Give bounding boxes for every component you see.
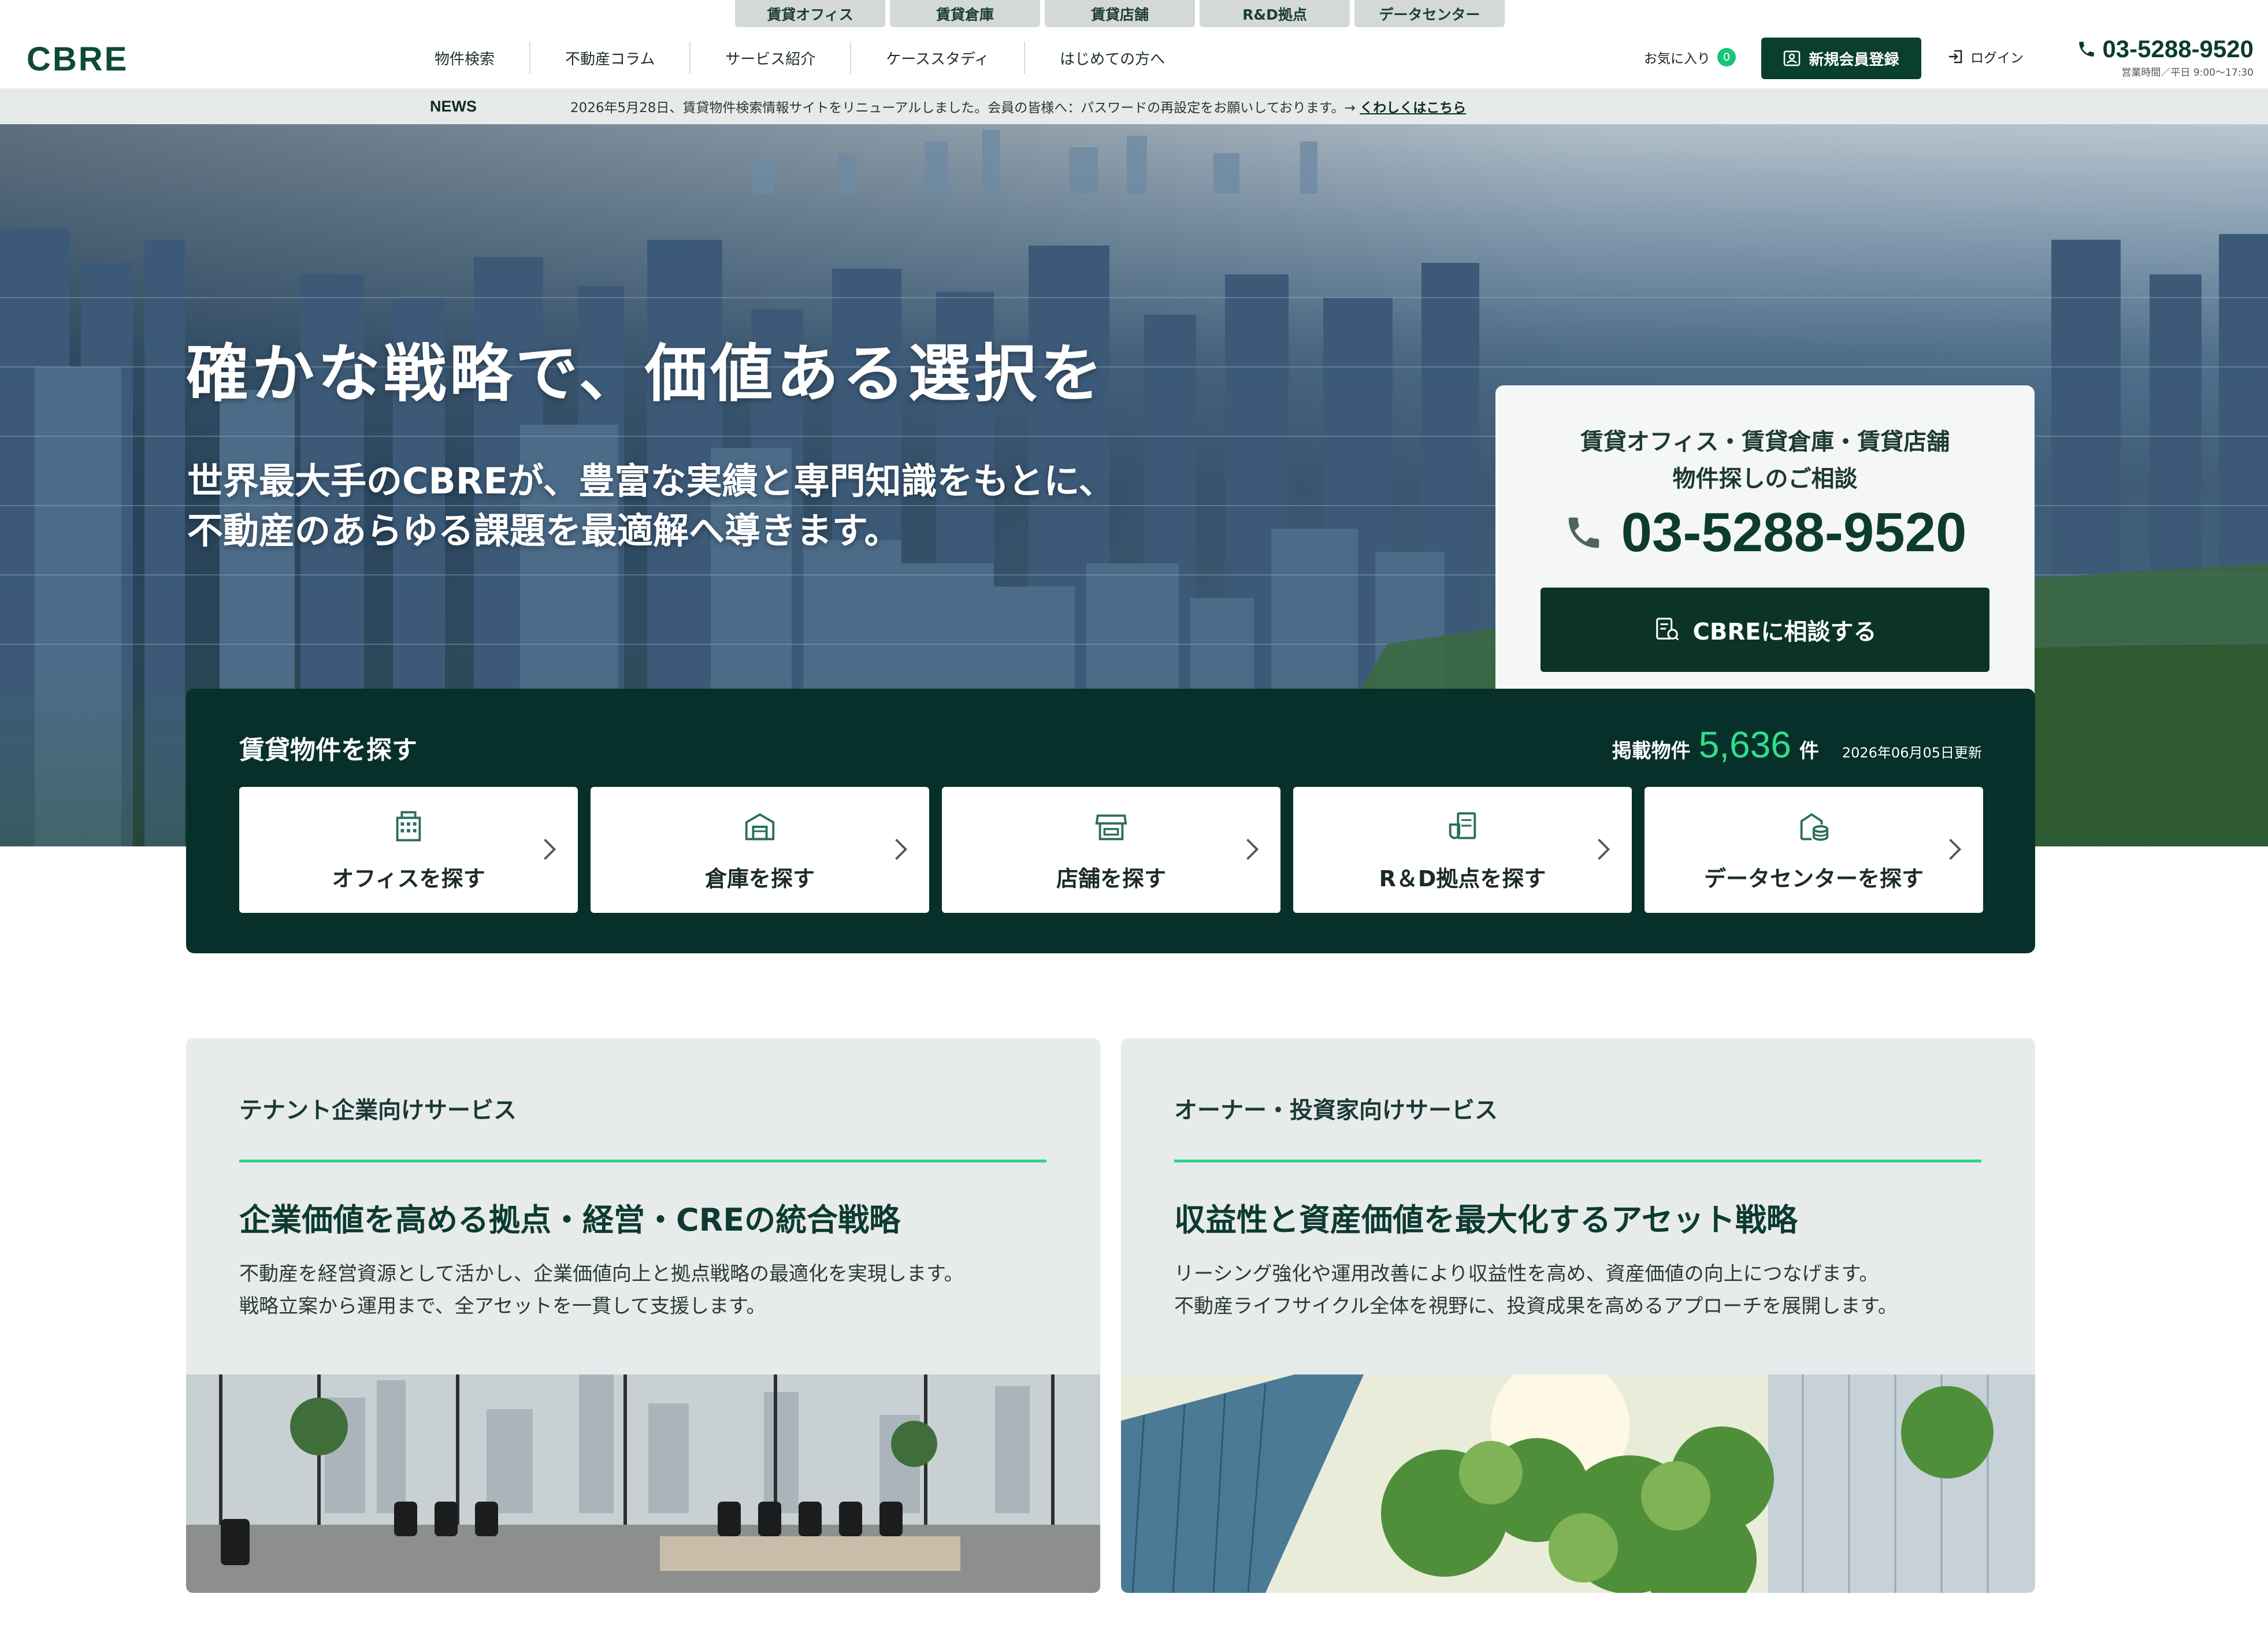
chevron-right-icon — [1598, 838, 1610, 860]
chevron-right-icon — [1949, 838, 1962, 860]
nav-column[interactable]: 不動産コラム — [530, 42, 691, 74]
login-icon — [1949, 50, 1962, 64]
register-label: 新規会員登録 — [1809, 51, 1899, 69]
search-rnd-button[interactable]: R＆D拠点を探す — [1293, 787, 1632, 913]
news-message: 2026年5月28日、賃貸物件検索情報サイトをリニューアルしました。会員の皆様へ… — [570, 101, 1356, 116]
store-icon — [1095, 814, 1127, 841]
consultation-phone[interactable]: 03-5288-9520 — [1495, 501, 2035, 564]
consultation-phone-number: 03-5288-9520 — [1621, 501, 1967, 563]
category-buttons: オフィスを探す 倉庫を探す 店舗を探す R＆D拠点を探す データセンターを探す — [239, 787, 1983, 913]
nav-first-time[interactable]: はじめての方へ — [1025, 42, 1200, 74]
tenant-services-body-line2: 戦略立案から運用まで、全アセットを一貫して支援します。 — [239, 1295, 766, 1318]
site-header: CBRE 物件検索 不動産コラム サービス紹介 ケーススタディ はじめての方へ … — [0, 27, 2268, 88]
office-interior-image — [186, 1374, 1100, 1593]
login-link[interactable]: ログイン — [1947, 47, 2024, 66]
chevron-right-icon — [895, 838, 908, 860]
listing-unit: 件 — [1799, 740, 1819, 763]
section-divider — [1174, 1160, 1981, 1162]
phone-icon — [1568, 517, 1599, 548]
cbre-logo[interactable]: CBRE — [27, 40, 128, 79]
nav-case-study[interactable]: ケーススタディ — [851, 42, 1026, 74]
search-office-button[interactable]: オフィスを探す — [239, 787, 578, 913]
consult-form-icon — [1655, 618, 1679, 641]
top-tab-warehouse[interactable]: 賃貸倉庫 — [890, 0, 1040, 27]
search-rnd-label: R＆D拠点を探す — [1379, 866, 1546, 891]
listing-updated-date: 2026年06月05日更新 — [1842, 745, 1982, 761]
top-tab-datacenter[interactable]: データセンター — [1354, 0, 1505, 27]
hero-subtitle-line2: 不動産のあらゆる課題を最適解へ導きます。 — [187, 510, 900, 552]
office-building-icon — [396, 811, 421, 842]
favorites-label: お気に入り — [1644, 51, 1710, 66]
tenant-services-card[interactable]: テナント企業向けサービス 企業価値を高める拠点・経営・CREの統合戦略 不動産を… — [186, 1038, 1100, 1593]
login-label: ログイン — [1970, 51, 2024, 66]
consult-button-label: CBREに相談する — [1692, 619, 1877, 645]
owner-services-card[interactable]: オーナー・投資家向けサービス 収益性と資産価値を最大化するアセット戦略 リーシン… — [1121, 1038, 2035, 1593]
owner-services-body-line2: 不動産ライフサイクル全体を視野に、投資成果を高めるアプローチを展開します。 — [1174, 1295, 1898, 1318]
phone-icon — [2079, 42, 2095, 57]
nav-property-search[interactable]: 物件検索 — [400, 42, 531, 74]
listing-count-value: 5,636 — [1698, 724, 1791, 766]
green-building-image — [1121, 1374, 2035, 1593]
register-button[interactable]: 新規会員登録 — [1761, 38, 1921, 79]
member-card-icon — [1784, 50, 1801, 66]
chevron-right-icon — [1246, 838, 1259, 860]
news-label: NEWS — [430, 97, 477, 115]
search-datacenter-label: データセンターを探す — [1703, 866, 1924, 891]
consultation-lead-line1: 賃貸オフィス・賃貸倉庫・賃貸店舗 — [1580, 429, 1950, 455]
header-phone-number: 03-5288-9520 — [2102, 35, 2254, 62]
consultation-lead: 賃貸オフィス・賃貸倉庫・賃貸店舗 物件探しのご相談 — [1495, 423, 2035, 497]
top-tab-store[interactable]: 賃貸店舗 — [1045, 0, 1195, 27]
business-hours: 営業時間／平日 9:00〜17:30 — [2121, 67, 2254, 79]
owner-services-body-line1: リーシング強化や運用改善により収益性を高め、資産価値の向上につなげます。 — [1174, 1262, 1879, 1286]
owner-services-body: リーシング強化や運用改善により収益性を高め、資産価値の向上につなげます。 不動産… — [1174, 1258, 1898, 1322]
header-phone[interactable]: 03-5288-9520 営業時間／平日 9:00〜17:30 — [2051, 35, 2254, 79]
nav-services[interactable]: サービス紹介 — [691, 42, 852, 74]
hero-subtitle-line1: 世界最大手のCBREが、豊富な実績と専門知識をもとに、 — [187, 460, 1115, 502]
search-panel-title: 賃貸物件を探す — [239, 735, 417, 765]
search-store-label: 店舗を探す — [1056, 866, 1166, 891]
news-details-link[interactable]: くわしくはこちら — [1360, 101, 1466, 116]
consult-button[interactable]: CBREに相談する — [1541, 588, 1989, 672]
listing-count: 掲載物件 5,636 件 2026年06月05日更新 — [1612, 723, 1982, 766]
datacenter-icon — [1800, 813, 1829, 841]
top-tab-rnd[interactable]: R&D拠点 — [1200, 0, 1350, 27]
consultation-lead-line2: 物件探しのご相談 — [1672, 466, 1858, 492]
consultation-card: 賃貸オフィス・賃貸倉庫・賃貸店舗 物件探しのご相談 03-5288-9520 C… — [1495, 385, 2035, 720]
listing-label: 掲載物件 — [1612, 740, 1691, 763]
news-text: 2026年5月28日、賃貸物件検索情報サイトをリニューアルしました。会員の皆様へ… — [570, 96, 1466, 116]
hero-title: 確かな戦略で、価値ある選択を — [186, 338, 1106, 410]
owner-services-eyebrow: オーナー・投資家向けサービス — [1174, 1097, 1498, 1124]
search-datacenter-button[interactable]: データセンターを探す — [1645, 787, 1983, 913]
news-bar: NEWS 2026年5月28日、賃貸物件検索情報サイトをリニューアルしました。会… — [0, 88, 2268, 124]
favorites-link[interactable]: お気に入り 0 — [1644, 47, 1736, 67]
top-tabs: 賃貸オフィス 賃貸倉庫 賃貸店舗 R&D拠点 データセンター — [735, 0, 1505, 27]
search-warehouse-button[interactable]: 倉庫を探す — [591, 787, 929, 913]
warehouse-icon — [745, 813, 775, 841]
lab-document-icon — [1449, 812, 1476, 839]
property-search-panel: 賃貸物件を探す 掲載物件 5,636 件 2026年06月05日更新 オフィスを… — [186, 689, 2035, 953]
hero-subtitle: 世界最大手のCBREが、豊富な実績と専門知識をもとに、 不動産のあらゆる課題を最… — [187, 456, 1115, 556]
top-tab-office[interactable]: 賃貸オフィス — [735, 0, 885, 27]
tenant-services-heading: 企業価値を高める拠点・経営・CREの統合戦略 — [239, 1202, 901, 1238]
tenant-services-body-line1: 不動産を経営資源として活かし、企業価値向上と拠点戦略の最適化を実現します。 — [239, 1262, 964, 1286]
search-warehouse-label: 倉庫を探す — [704, 866, 815, 891]
search-store-button[interactable]: 店舗を探す — [942, 787, 1280, 913]
tenant-services-eyebrow: テナント企業向けサービス — [239, 1097, 517, 1124]
main-nav: 物件検索 不動産コラム サービス紹介 ケーススタディ はじめての方へ — [400, 27, 1200, 88]
owner-services-heading: 収益性と資産価値を最大化するアセット戦略 — [1174, 1202, 1798, 1238]
chevron-right-icon — [544, 838, 556, 860]
favorites-count-badge: 0 — [1717, 48, 1736, 66]
section-divider — [239, 1160, 1046, 1162]
tenant-services-body: 不動産を経営資源として活かし、企業価値向上と拠点戦略の最適化を実現します。 戦略… — [239, 1258, 964, 1322]
search-office-label: オフィスを探す — [332, 866, 485, 891]
